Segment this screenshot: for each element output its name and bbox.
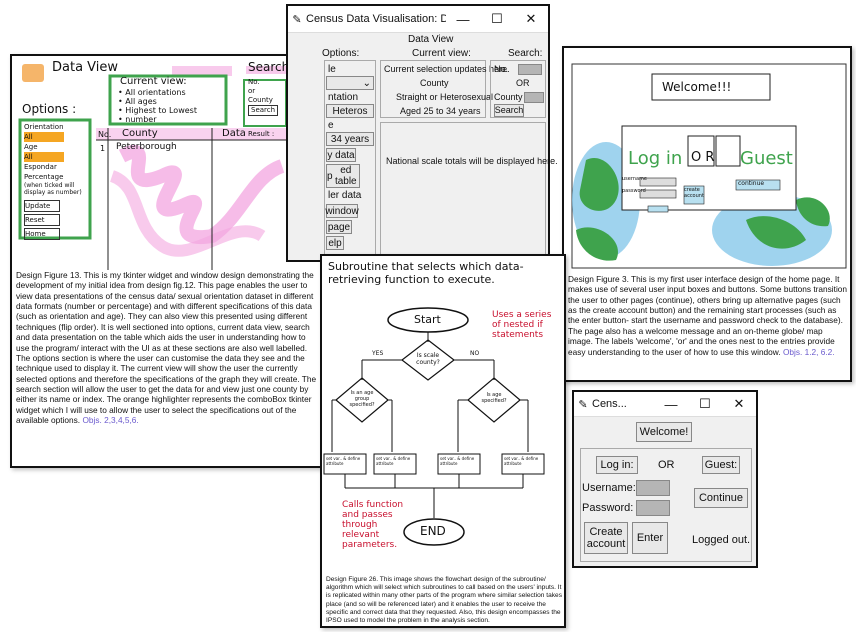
flowchart-note-nested: Uses a series of nested if statements [492,310,552,340]
scale-combobox[interactable]: ⌄ [326,76,374,90]
button-help[interactable]: elp [326,236,344,250]
sketch-current-view: Current view: [120,76,187,87]
flowchart-start: Start [414,313,441,326]
button-clear-data[interactable]: ler data [328,190,361,201]
flowchart-box-2: set var.. & define attribute [376,456,411,466]
option-label-age: e [328,120,334,131]
search-or-label: OR [516,78,530,88]
search-no-label: No. [494,64,509,74]
guest-button[interactable]: Guest: [702,456,740,474]
sketch-current-view-list: • All orientations • All ages • Highest … [118,88,197,124]
sketch-col-no: No. [98,130,112,139]
design-card-flowchart: Subroutine that selects which data-retri… [320,254,566,628]
sketch-or: O R [691,150,715,165]
option-label-scale: le [328,64,336,75]
button-flip-table[interactable]: p ed table [326,164,360,188]
design-card-home-page: Welcome!!! Log in O R Guest continue cre… [562,46,852,382]
sketch-options: Options : [22,102,77,116]
password-entry[interactable] [636,500,670,516]
current-line-3: Straight or Heterosexual [396,92,494,102]
login-button[interactable]: Log in: [596,456,638,474]
feather-icon: ✎ [578,398,588,411]
window-title: Census Data Visualisation: Data View Pag… [306,13,446,25]
sketch-col-data: Data [222,128,246,139]
sketch-guest: Guest [740,148,793,169]
current-line-2: County [420,78,449,88]
caption-figure-13: Design Figure 13. This is my tkinter wid… [16,270,317,426]
caption-figure-3: Design Figure 3. This is my first user i… [568,274,848,357]
flowchart-no: NO [470,350,480,357]
sketch-username: username [622,176,647,182]
feather-icon: ✎ [292,13,302,26]
create-account-button[interactable]: Create account [584,522,628,554]
sketch-create-account: create account [684,187,704,199]
current-view-label: Current view: [412,48,471,59]
window-login: ✎ Cens... — ☐ ✕ Welcome! Log in: OR Gues… [572,390,758,568]
search-county-entry[interactable] [524,92,544,103]
sketch-welcome: Welcome!!! [662,80,732,94]
design-card-data-view-sketch: Data View Search Current view: • All ori… [10,54,324,468]
sketch-search-heading: Search [248,60,290,74]
flowchart-end: END [420,524,446,538]
maximize-button[interactable]: ☐ [480,11,514,27]
sketch-row-county: Peterborough [116,142,177,152]
titlebar: ✎ Census Data Visualisation: Data View P… [288,6,548,33]
welcome-button[interactable]: Welcome! [636,422,692,442]
or-label: OR [658,459,675,471]
sketch-password: password [622,188,646,194]
search-no-entry[interactable] [518,64,542,75]
continue-button[interactable]: Continue [694,488,748,508]
titlebar-login: ✎ Cens... — ☐ ✕ [574,392,756,417]
age-combobox[interactable]: 34 years [326,132,374,146]
sketch-result: Result : [248,130,275,138]
maximize-button[interactable]: ☐ [688,396,722,412]
minimize-button[interactable]: — [654,397,688,412]
flowchart-q1: Is scale county? [416,352,440,366]
option-label-orientation: ntation [328,92,359,103]
sketch-login: Log in [628,148,683,169]
search-button[interactable]: Search [494,104,524,117]
button-page[interactable]: page [326,220,352,234]
close-button[interactable]: ✕ [514,11,548,27]
current-line-4: Aged 25 to 34 years [400,106,481,116]
button-display-data[interactable]: y data [326,148,356,162]
orientation-combobox[interactable]: Heteros [326,104,374,118]
enter-button[interactable]: Enter [632,522,668,554]
sketch-row-no: 1 [100,144,106,153]
search-label: Search: [508,48,543,59]
flowchart-box-3: set var.. & define attribute [440,456,475,466]
sketch-col-county: County [122,128,158,139]
caption-figure-26: Design Figure 26. This image shows the f… [326,576,563,625]
username-label: Username: [582,482,636,494]
national-totals-text: National scale totals will be displayed … [386,156,558,166]
sketch-continue: continue [738,180,765,187]
sketch-title-data-view: Data View [52,60,119,75]
flowchart-q2: Is an age group specified? [349,390,375,408]
flowchart-note-calls: Calls function and passes through releva… [342,500,404,550]
button-window[interactable]: window [325,204,359,218]
window-data-view-page: ✎ Census Data Visualisation: Data View P… [286,4,558,262]
flowchart-box-1: set var.. & define attribute [326,456,361,466]
close-button[interactable]: ✕ [722,396,756,412]
flowchart-q3: Is age specified? [481,392,507,404]
search-county-label: County [494,92,523,102]
national-frame [380,122,546,256]
username-entry[interactable] [636,480,670,496]
flowchart-yes: YES [372,350,384,357]
window-title-login: Cens... [592,398,627,410]
page-header: Data View [408,34,454,45]
logged-out-status: Logged out. [692,534,751,546]
sketch-options-list: Orientation All Age All Espondar Percent… [24,123,82,240]
password-label: Password: [582,502,634,514]
sketch-search-box: No. or County Search [248,78,279,116]
flowchart-box-4: set var.. & define attribute [504,456,539,466]
options-label: Options: [322,48,360,59]
minimize-button[interactable]: — [446,12,480,27]
